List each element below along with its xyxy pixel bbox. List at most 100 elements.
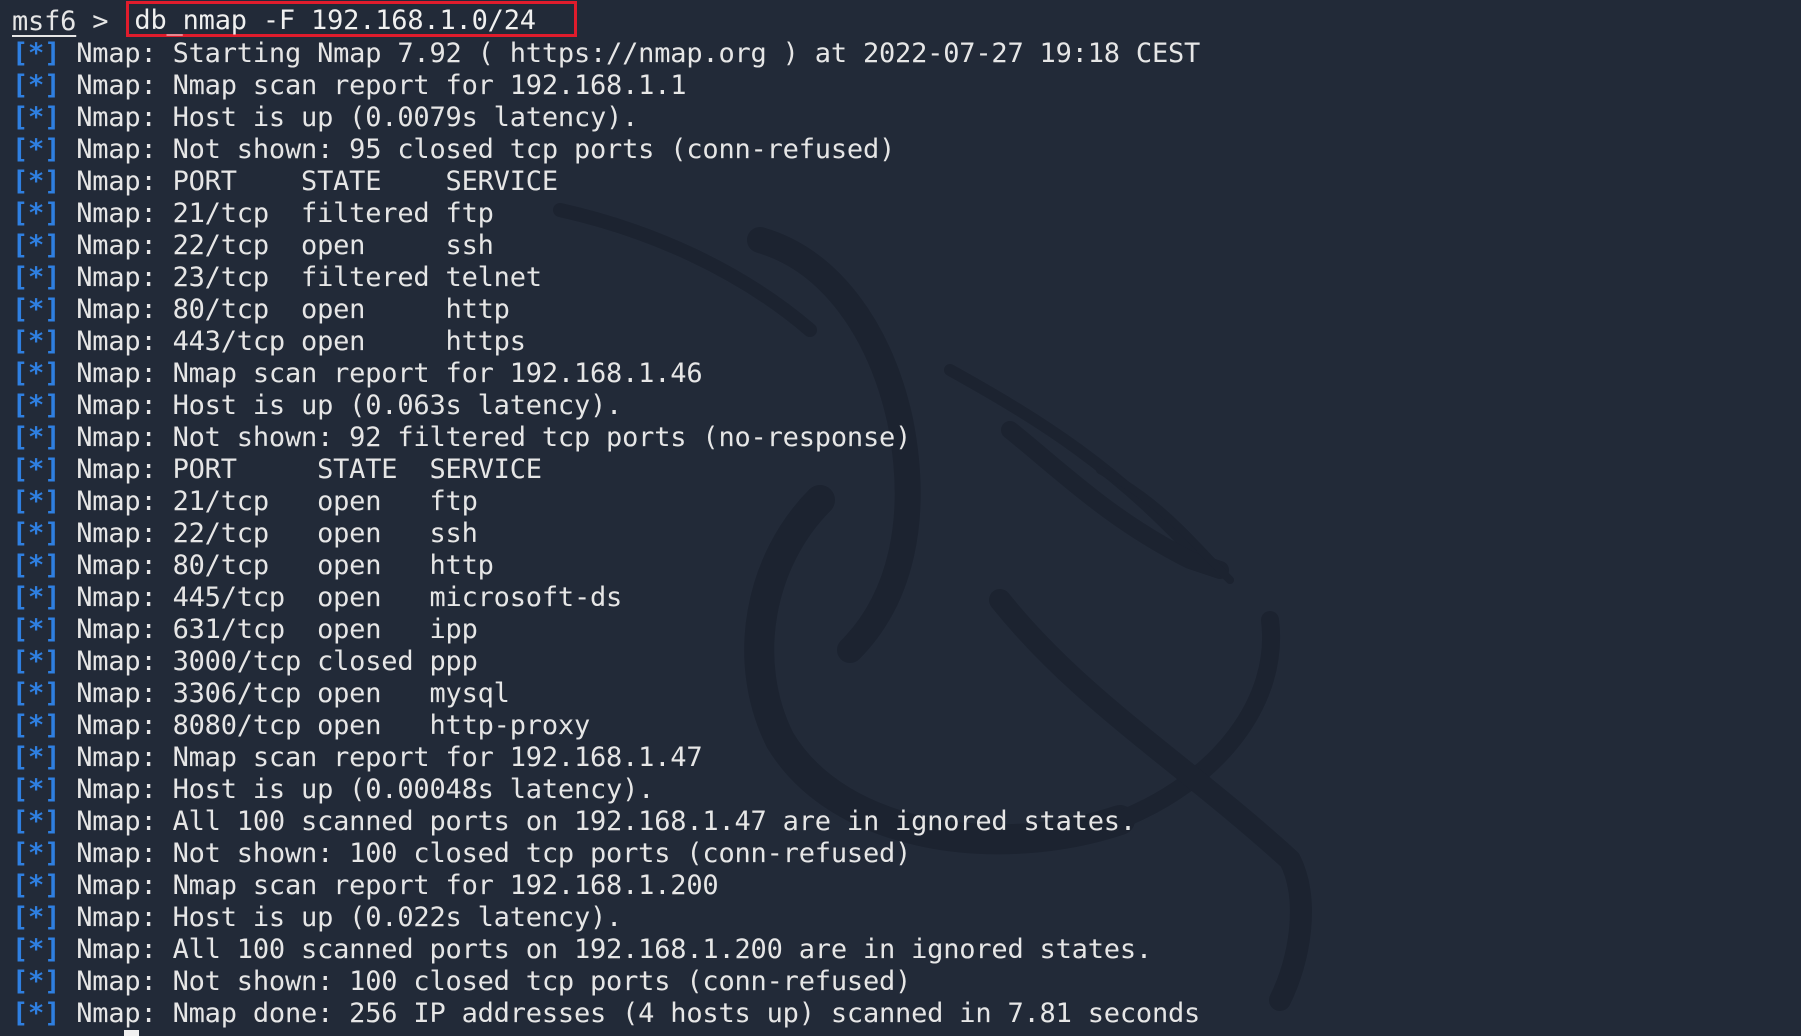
output-line: [*] Nmap: 80/tcp open http xyxy=(12,550,1200,582)
output-text: Nmap: Host is up (0.0079s latency). xyxy=(76,102,639,133)
info-tag: [*] xyxy=(12,390,61,421)
output-text: Nmap: 80/tcp open http xyxy=(76,294,510,325)
output-text: Nmap: Not shown: 95 closed tcp ports (co… xyxy=(76,134,896,165)
info-tag: [*] xyxy=(12,454,61,485)
output-text: Nmap: 80/tcp open http xyxy=(76,550,494,581)
output-text: Nmap: PORT STATE SERVICE xyxy=(76,454,542,485)
info-tag: [*] xyxy=(12,422,61,453)
output-line: [*] Nmap: 3000/tcp closed ppp xyxy=(12,646,1200,678)
output-line: [*] Nmap: Host is up (0.022s latency). xyxy=(12,902,1200,934)
output-line: [*] Nmap: Nmap scan report for 192.168.1… xyxy=(12,742,1200,774)
output-line: [*] Nmap: 443/tcp open https xyxy=(12,326,1200,358)
prompt-name: msf6 xyxy=(12,6,77,37)
output-line: [*] Nmap: Not shown: 95 closed tcp ports… xyxy=(12,134,1200,166)
output-line: [*] Nmap: 22/tcp open ssh xyxy=(12,518,1200,550)
info-tag: [*] xyxy=(12,902,61,933)
info-tag: [*] xyxy=(12,582,61,613)
info-tag: [*] xyxy=(12,134,61,165)
output-text: Nmap: Not shown: 100 closed tcp ports (c… xyxy=(76,966,912,997)
output-text: Nmap: 21/tcp open ftp xyxy=(76,486,478,517)
output-line: [*] Nmap: 23/tcp filtered telnet xyxy=(12,262,1200,294)
info-tag: [*] xyxy=(12,70,61,101)
output-text: Nmap: Not shown: 92 filtered tcp ports (… xyxy=(76,422,912,453)
output-text: Nmap: Not shown: 100 closed tcp ports (c… xyxy=(76,838,912,869)
info-tag: [*] xyxy=(12,710,61,741)
output-text: Nmap: Host is up (0.063s latency). xyxy=(76,390,623,421)
info-tag: [*] xyxy=(12,646,61,677)
output-line: [*] Nmap: PORT STATE SERVICE xyxy=(12,454,1200,486)
output-line: [*] Nmap: 80/tcp open http xyxy=(12,294,1200,326)
info-tag: [*] xyxy=(12,742,61,773)
info-tag: [*] xyxy=(12,966,61,997)
info-tag: [*] xyxy=(12,262,61,293)
prompt-line: msf6 > db_nmap -F 192.168.1.0/24 xyxy=(12,1,1200,38)
output-text: Nmap: Host is up (0.022s latency). xyxy=(76,902,623,933)
output-text: Nmap: Nmap scan report for 192.168.1.200 xyxy=(76,870,719,901)
info-tag: [*] xyxy=(12,294,61,325)
output-line: [*] Nmap: 445/tcp open microsoft-ds xyxy=(12,582,1200,614)
terminal-output: msf6 > db_nmap -F 192.168.1.0/24 [*] Nmap… xyxy=(12,1,1200,1030)
info-tag: [*] xyxy=(12,518,61,549)
info-tag: [*] xyxy=(12,550,61,581)
output-text: Nmap: All 100 scanned ports on 192.168.1… xyxy=(76,934,1152,965)
info-tag: [*] xyxy=(12,486,61,517)
output-line: [*] Nmap: 8080/tcp open http-proxy xyxy=(12,710,1200,742)
output-text: Nmap: 631/tcp open ipp xyxy=(76,614,478,645)
prompt-symbol: > xyxy=(92,6,109,37)
output-line: [*] Nmap: 22/tcp open ssh xyxy=(12,230,1200,262)
command-input[interactable]: db_nmap -F 192.168.1.0/24 xyxy=(126,1,577,37)
output-line: [*] Nmap: Nmap scan report for 192.168.1… xyxy=(12,358,1200,390)
info-tag: [*] xyxy=(12,166,61,197)
output-line: [*] Nmap: 21/tcp filtered ftp xyxy=(12,198,1200,230)
output-text: Nmap: 445/tcp open microsoft-ds xyxy=(76,582,623,613)
output-text: Nmap: Nmap done: 256 IP addresses (4 hos… xyxy=(76,998,1201,1029)
info-tag: [*] xyxy=(12,38,61,69)
output-line: [*] Nmap: Not shown: 100 closed tcp port… xyxy=(12,838,1200,870)
output-line: [*] Nmap: Nmap scan report for 192.168.1… xyxy=(12,870,1200,902)
output-line: [*] Nmap: Host is up (0.00048s latency). xyxy=(12,774,1200,806)
output-text: Nmap: 3306/tcp open mysql xyxy=(76,678,510,709)
output-line: [*] Nmap: Starting Nmap 7.92 ( https://n… xyxy=(12,38,1200,70)
text-cursor xyxy=(124,1030,139,1036)
info-tag: [*] xyxy=(12,806,61,837)
info-tag: [*] xyxy=(12,934,61,965)
info-tag: [*] xyxy=(12,614,61,645)
output-text: Nmap: Nmap scan report for 192.168.1.1 xyxy=(76,70,687,101)
output-line: [*] Nmap: Not shown: 92 filtered tcp por… xyxy=(12,422,1200,454)
output-line: [*] Nmap: Nmap scan report for 192.168.1… xyxy=(12,70,1200,102)
output-line: [*] Nmap: Host is up (0.063s latency). xyxy=(12,390,1200,422)
info-tag: [*] xyxy=(12,678,61,709)
output-text: Nmap: Nmap scan report for 192.168.1.46 xyxy=(76,358,703,389)
info-tag: [*] xyxy=(12,358,61,389)
output-text: Nmap: Starting Nmap 7.92 ( https://nmap.… xyxy=(76,38,1201,69)
output-line: [*] Nmap: Not shown: 100 closed tcp port… xyxy=(12,966,1200,998)
output-line: [*] Nmap: Host is up (0.0079s latency). xyxy=(12,102,1200,134)
output-text: Nmap: All 100 scanned ports on 192.168.1… xyxy=(76,806,1136,837)
info-tag: [*] xyxy=(12,198,61,229)
output-line: [*] Nmap: 631/tcp open ipp xyxy=(12,614,1200,646)
output-text: Nmap: PORT STATE SERVICE xyxy=(76,166,558,197)
info-tag: [*] xyxy=(12,870,61,901)
info-tag: [*] xyxy=(12,838,61,869)
output-text: Nmap: 21/tcp filtered ftp xyxy=(76,198,494,229)
output-text: Nmap: 22/tcp open ssh xyxy=(76,518,478,549)
output-text: Nmap: 8080/tcp open http-proxy xyxy=(76,710,591,741)
output-line: [*] Nmap: All 100 scanned ports on 192.1… xyxy=(12,806,1200,838)
output-text: Nmap: Nmap scan report for 192.168.1.47 xyxy=(76,742,703,773)
output-text: Nmap: 443/tcp open https xyxy=(76,326,526,357)
output-line: [*] Nmap: Nmap done: 256 IP addresses (4… xyxy=(12,998,1200,1030)
output-line: [*] Nmap: PORT STATE SERVICE xyxy=(12,166,1200,198)
output-text: Nmap: Host is up (0.00048s latency). xyxy=(76,774,655,805)
output-line: [*] Nmap: All 100 scanned ports on 192.1… xyxy=(12,934,1200,966)
info-tag: [*] xyxy=(12,230,61,261)
info-tag: [*] xyxy=(12,998,61,1029)
info-tag: [*] xyxy=(12,102,61,133)
terminal-window[interactable]: msf6 > db_nmap -F 192.168.1.0/24 [*] Nmap… xyxy=(0,0,1801,1036)
info-tag: [*] xyxy=(12,326,61,357)
info-tag: [*] xyxy=(12,774,61,805)
output-line: [*] Nmap: 3306/tcp open mysql xyxy=(12,678,1200,710)
output-text: Nmap: 3000/tcp closed ppp xyxy=(76,646,478,677)
output-line: [*] Nmap: 21/tcp open ftp xyxy=(12,486,1200,518)
output-text: Nmap: 22/tcp open ssh xyxy=(76,230,494,261)
output-text: Nmap: 23/tcp filtered telnet xyxy=(76,262,542,293)
